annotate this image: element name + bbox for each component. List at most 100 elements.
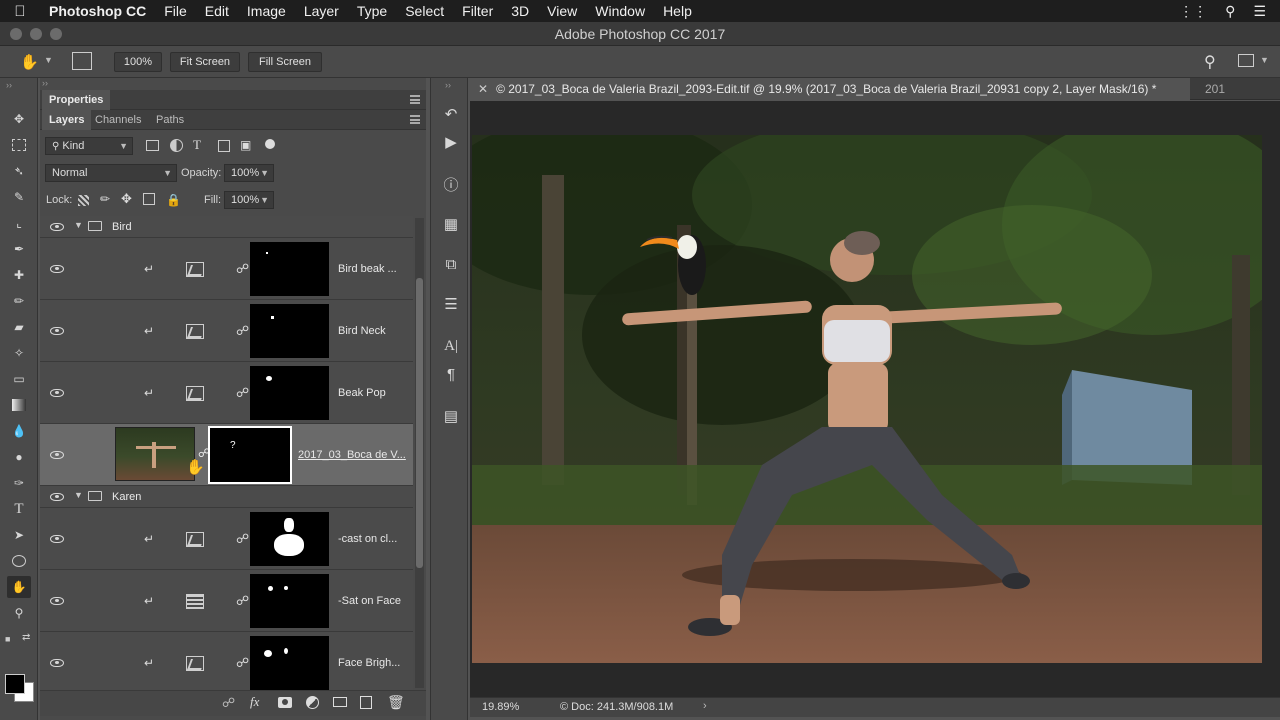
filter-adjustment-layers-icon[interactable] [170, 139, 183, 152]
layer-group-bird[interactable]: ▼ Bird [40, 216, 413, 238]
info-icon[interactable]: ⓘ [441, 174, 461, 194]
layers-panel-menu-icon[interactable] [410, 115, 420, 124]
eye-visibility-icon[interactable] [50, 659, 64, 667]
apple-logo-icon[interactable]:  [0, 3, 40, 20]
eye-visibility-icon[interactable] [50, 389, 64, 397]
eyedropper-tool-icon[interactable]: ✒ [7, 238, 31, 260]
fill-screen-button[interactable]: Fill Screen [248, 52, 322, 72]
collapse-toolbar-icon[interactable]: ›› [6, 80, 12, 90]
actions-play-icon[interactable]: ▶ [441, 132, 461, 152]
clone-source-icon[interactable]: ⧉ [441, 254, 461, 274]
layer-mask-thumbnail[interactable] [250, 304, 329, 358]
hand-tool-preset-icon[interactable]: ✋️ [20, 53, 39, 71]
chain-link-icon[interactable]: ☍ [236, 593, 249, 609]
filter-pixel-layers-icon[interactable] [146, 140, 159, 151]
lock-transparent-pixels-icon[interactable] [78, 195, 89, 206]
hand-tool-icon[interactable]: ✋ [7, 576, 31, 598]
tab-paths[interactable]: Paths [149, 110, 191, 130]
healing-brush-tool-icon[interactable]: ✚ [7, 264, 31, 286]
status-menu-chevron-icon[interactable]: › [703, 700, 707, 712]
layer-sat-on-face[interactable]: ↵ ☍ -Sat on Face [40, 570, 413, 632]
notification-list-icon[interactable]: ☰ [1253, 3, 1266, 20]
workspace-icon[interactable] [1238, 54, 1254, 67]
menu-layer[interactable]: Layer [295, 3, 348, 19]
new-layer-icon[interactable] [360, 696, 372, 709]
blur-tool-icon[interactable]: 💧 [7, 420, 31, 442]
workspace-chevron-icon[interactable]: ▼ [1260, 55, 1269, 65]
fx-icon[interactable]: fx [250, 694, 259, 710]
layer-filter-kind-select[interactable]: ⚲ Kind ▼ [45, 137, 133, 155]
menu-filter[interactable]: Filter [453, 3, 502, 19]
zoom-readout[interactable]: 19.89% [482, 701, 519, 713]
brush-presets-icon[interactable]: ☰ [441, 294, 461, 314]
eye-visibility-icon[interactable] [50, 493, 64, 501]
menu-image[interactable]: Image [238, 3, 295, 19]
tab-channels[interactable]: Channels [88, 110, 148, 130]
lock-all-icon[interactable]: 🔒 [166, 193, 181, 207]
history-panel-icon[interactable]: ↶ [441, 104, 461, 124]
eye-visibility-icon[interactable] [50, 597, 64, 605]
fill-input[interactable]: 100% ▼ [224, 191, 274, 209]
character-panel-icon[interactable]: A| [441, 336, 461, 356]
chain-link-icon[interactable]: ☍ [236, 323, 249, 339]
chevron-down-icon[interactable]: ▼ [44, 55, 53, 65]
layer-bird-beak[interactable]: ↵ ☍ Bird beak ... [40, 238, 413, 300]
dodge-tool-icon[interactable]: ● [7, 446, 31, 468]
add-mask-icon[interactable] [278, 697, 292, 708]
ellipse-tool-icon[interactable] [7, 550, 31, 572]
scroll-all-windows-icon[interactable] [72, 52, 92, 70]
eye-visibility-icon[interactable] [50, 451, 64, 459]
scrollbar-thumb[interactable] [416, 278, 423, 568]
layer-cast-on[interactable]: ↵ ☍ -cast on cl... [40, 508, 413, 570]
eraser-tool-icon[interactable]: ▭ [7, 368, 31, 390]
pen-tool-icon[interactable]: ✑ [7, 472, 31, 494]
collapse-panels-icon[interactable]: ›› [42, 78, 48, 88]
paragraph-panel-icon[interactable]: ¶ [441, 364, 461, 384]
menu-help[interactable]: Help [654, 3, 701, 19]
canvas-area[interactable] [470, 101, 1280, 697]
menu-type[interactable]: Type [348, 3, 396, 19]
move-tool-icon[interactable]: ✥ [7, 108, 31, 130]
menu-app-name[interactable]: Photoshop CC [40, 3, 155, 19]
new-group-folder-icon[interactable] [333, 697, 347, 707]
overflow-document-tab[interactable]: 201 [1205, 78, 1225, 100]
layer-mask-thumbnail[interactable] [250, 574, 329, 628]
menu-select[interactable]: Select [396, 3, 453, 19]
menu-file[interactable]: File [155, 3, 196, 19]
quick-select-tool-icon[interactable]: ✎ [7, 186, 31, 208]
filter-shape-layers-icon[interactable] [218, 140, 230, 152]
lock-artboard-icon[interactable] [143, 193, 155, 205]
menu-window[interactable]: Window [586, 3, 654, 19]
default-colors-icon[interactable]: ■ [5, 634, 10, 644]
zoom-100-button[interactable]: 100% [114, 52, 162, 72]
filter-smart-objects-icon[interactable]: ▣ [240, 138, 251, 152]
eye-visibility-icon[interactable] [50, 223, 64, 231]
history-brush-tool-icon[interactable]: ✧ [7, 342, 31, 364]
menu-3d[interactable]: 3D [502, 3, 538, 19]
layer-image-thumbnail[interactable] [115, 427, 195, 481]
filter-toggle-icon[interactable] [265, 139, 275, 149]
chain-link-icon[interactable]: ☍ [236, 531, 249, 547]
more-dots-icon[interactable]: ⋮⋮ [1179, 3, 1207, 20]
lasso-tool-icon[interactable]: ➴ [7, 160, 31, 182]
marquee-tool-icon[interactable] [7, 134, 31, 156]
filter-type-layers-icon[interactable]: T [193, 137, 201, 153]
adjustment-layer-icon[interactable] [306, 696, 319, 709]
lock-position-icon[interactable]: ✥ [121, 191, 132, 207]
zoom-tool-icon[interactable]: ⚲ [7, 602, 31, 624]
type-tool-icon[interactable]: T [7, 498, 31, 520]
layer-group-karen[interactable]: ▼ Karen [40, 486, 413, 508]
eye-visibility-icon[interactable] [50, 535, 64, 543]
spotlight-search-icon[interactable]: ⚲ [1225, 3, 1235, 20]
search-icon[interactable]: ⚲ [1204, 52, 1216, 72]
foreground-color-swatch[interactable] [5, 674, 25, 694]
lock-image-pixels-icon[interactable]: ✏ [100, 192, 110, 206]
layer-bird-neck[interactable]: ↵ ☍ Bird Neck [40, 300, 413, 362]
navigator-panel-icon[interactable]: ▦ [441, 214, 461, 234]
menu-view[interactable]: View [538, 3, 586, 19]
eye-visibility-icon[interactable] [50, 327, 64, 335]
brush-tool-icon[interactable]: ✏ [7, 290, 31, 312]
document-tab[interactable]: ✕ © 2017_03_Boca de Valeria Brazil_2093-E… [470, 78, 1190, 100]
chevron-down-icon[interactable]: ▼ [74, 220, 83, 230]
expand-dock-icon[interactable]: ›› [445, 80, 451, 90]
